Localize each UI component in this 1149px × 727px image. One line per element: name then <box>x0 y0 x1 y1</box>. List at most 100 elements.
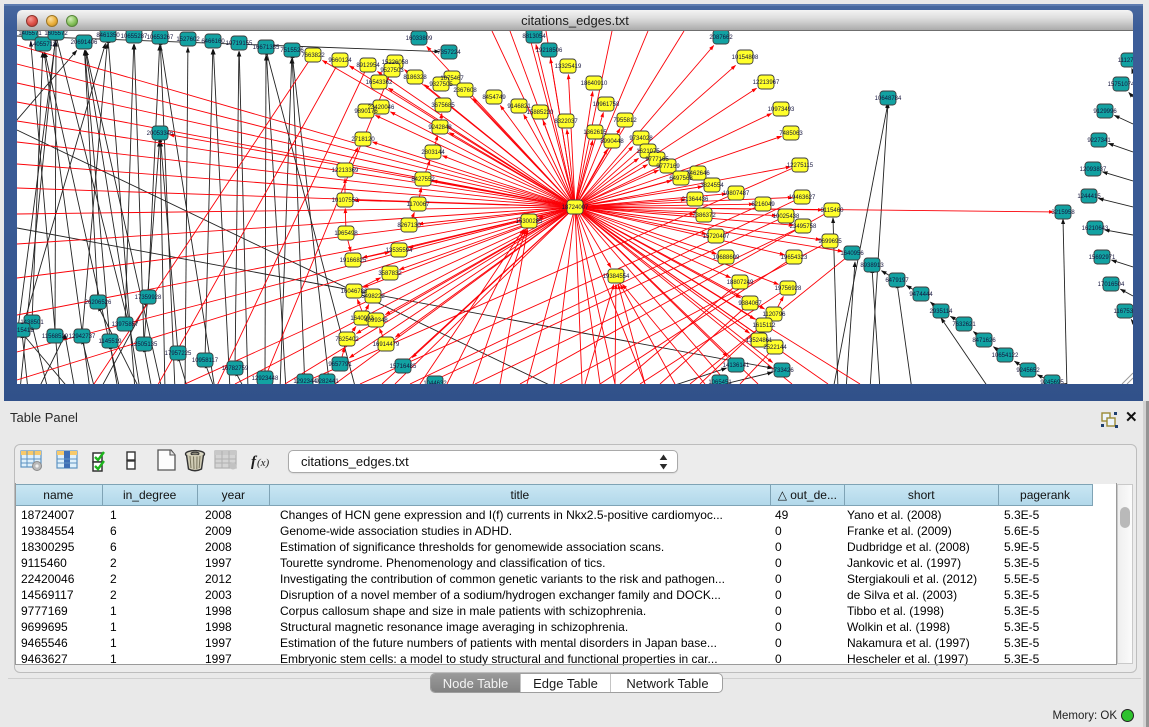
svg-text:15751074: 15751074 <box>1108 82 1133 88</box>
svg-text:(x): (x) <box>257 457 270 469</box>
svg-text:1120796: 1120796 <box>763 312 787 318</box>
svg-text:1527602: 1527602 <box>176 37 200 43</box>
svg-text:16210643: 16210643 <box>1082 226 1109 232</box>
svg-text:10655287: 10655287 <box>121 34 148 40</box>
svg-text:6479197: 6479197 <box>885 278 909 284</box>
svg-text:2718120: 2718120 <box>351 137 375 143</box>
svg-text:9699695: 9699695 <box>818 239 842 245</box>
svg-text:9282441: 9282441 <box>315 379 339 384</box>
svg-text:9890176: 9890176 <box>354 109 378 115</box>
svg-text:9474444: 9474444 <box>909 292 933 298</box>
svg-text:9242848: 9242848 <box>428 125 452 131</box>
svg-text:19384554: 19384554 <box>603 274 630 280</box>
svg-text:12093837: 12093837 <box>1080 167 1107 173</box>
svg-text:7625402: 7625402 <box>335 337 359 343</box>
svg-text:8267130: 8267130 <box>397 223 421 229</box>
svg-text:12213369: 12213369 <box>332 168 359 174</box>
svg-text:15692971: 15692971 <box>1089 255 1116 261</box>
svg-text:12275115: 12275115 <box>787 163 814 169</box>
svg-text:9129996: 9129996 <box>1093 109 1117 115</box>
svg-text:18640910: 18640910 <box>581 81 608 87</box>
svg-text:1621075: 1621075 <box>636 149 660 155</box>
svg-text:9657791: 9657791 <box>328 362 352 368</box>
svg-text:7663822: 7663822 <box>301 53 325 59</box>
svg-text:17359928: 17359928 <box>135 295 162 301</box>
svg-text:10025438: 10025438 <box>773 214 800 220</box>
svg-text:1170067: 1170067 <box>407 202 431 208</box>
svg-text:6216049: 6216049 <box>751 202 775 208</box>
svg-text:21364436: 21364436 <box>682 197 709 203</box>
svg-text:1640956: 1640956 <box>840 251 864 257</box>
svg-text:1438501: 1438501 <box>20 320 44 326</box>
svg-text:10154808: 10154808 <box>732 55 759 61</box>
svg-text:15716485: 15716485 <box>390 364 417 370</box>
svg-text:7485063: 7485063 <box>779 131 803 137</box>
svg-text:3215958: 3215958 <box>1051 210 1075 216</box>
svg-text:18724007: 18724007 <box>562 205 589 211</box>
svg-text:10648784: 10648784 <box>875 96 902 102</box>
svg-text:1244415: 1244415 <box>1077 194 1101 200</box>
svg-text:26206526: 26206526 <box>85 300 112 306</box>
svg-text:13325419: 13325419 <box>555 64 582 70</box>
svg-text:15720407: 15720407 <box>703 234 730 240</box>
svg-text:19654323: 19654323 <box>781 255 808 261</box>
svg-text:9227341: 9227341 <box>1087 138 1111 144</box>
svg-text:1292344: 1292344 <box>293 379 317 384</box>
svg-text:12942737: 12942737 <box>69 334 96 340</box>
svg-text:8427552: 8427552 <box>411 177 435 183</box>
svg-text:8990448: 8990448 <box>600 139 624 145</box>
svg-text:20691406: 20691406 <box>71 40 98 46</box>
svg-text:1145519: 1145519 <box>99 339 123 345</box>
svg-text:16033809: 16033809 <box>406 36 433 42</box>
svg-text:7632621: 7632621 <box>952 322 976 328</box>
svg-text:13975857: 13975857 <box>112 322 139 328</box>
svg-text:1167533: 1167533 <box>1114 309 1133 315</box>
svg-text:13524861: 13524861 <box>746 338 773 344</box>
svg-text:8938913: 8938913 <box>860 263 884 269</box>
svg-text:10654122: 10654122 <box>992 353 1019 359</box>
svg-text:16543362: 16543362 <box>366 80 393 86</box>
svg-text:17016504: 17016504 <box>1098 282 1125 288</box>
svg-text:1362615: 1362615 <box>583 130 607 136</box>
svg-text:12213967: 12213967 <box>753 80 780 86</box>
svg-text:19166825: 19166825 <box>340 258 367 264</box>
svg-text:7955812: 7955812 <box>613 118 637 124</box>
svg-text:3675685: 3675685 <box>431 103 455 109</box>
svg-text:12923448: 12923448 <box>252 376 279 382</box>
svg-text:13535594: 13535594 <box>386 248 413 254</box>
svg-text:3587832: 3587832 <box>378 271 402 277</box>
svg-text:8186328: 8186328 <box>403 75 427 81</box>
svg-text:8461350: 8461350 <box>96 33 120 39</box>
svg-text:1733426: 1733426 <box>770 368 794 374</box>
svg-text:4099348: 4099348 <box>364 318 388 324</box>
svg-text:23495758: 23495758 <box>790 224 817 230</box>
svg-text:1965498: 1965498 <box>334 231 358 237</box>
svg-text:7386372: 7386372 <box>692 213 716 219</box>
svg-text:20053346: 20053346 <box>147 131 174 137</box>
svg-text:3824554: 3824554 <box>700 183 724 189</box>
svg-text:2087662: 2087662 <box>709 35 733 41</box>
svg-text:1065451: 1065451 <box>708 380 732 384</box>
svg-text:15885220: 15885220 <box>527 110 554 116</box>
svg-text:8813054: 8813054 <box>522 34 546 40</box>
svg-text:17957225: 17957225 <box>165 351 192 357</box>
svg-text:12505135: 12505135 <box>131 342 158 348</box>
svg-text:7357224: 7357224 <box>437 50 461 56</box>
svg-text:8471626: 8471626 <box>972 338 996 344</box>
svg-text:16671355: 16671355 <box>253 45 280 51</box>
svg-text:1044632: 1044632 <box>423 381 447 384</box>
svg-text:9777165: 9777165 <box>645 157 669 163</box>
svg-text:10961758: 10961758 <box>593 102 620 108</box>
svg-text:9327505: 9327505 <box>429 82 453 88</box>
svg-text:16782759: 16782759 <box>222 366 249 372</box>
svg-text:14055713: 14055713 <box>30 42 57 48</box>
svg-text:10688609: 10688609 <box>713 255 740 261</box>
svg-text:6466160: 6466160 <box>201 39 225 45</box>
svg-text:18807249: 18807249 <box>727 280 754 286</box>
svg-text:15226058: 15226058 <box>382 60 409 66</box>
svg-text:1112745: 1112745 <box>1118 58 1133 64</box>
svg-text:19218506: 19218506 <box>536 48 563 54</box>
svg-text:2803144: 2803144 <box>421 150 445 156</box>
svg-text:3915413: 3915413 <box>17 328 34 334</box>
svg-text:8912954: 8912954 <box>356 63 380 69</box>
